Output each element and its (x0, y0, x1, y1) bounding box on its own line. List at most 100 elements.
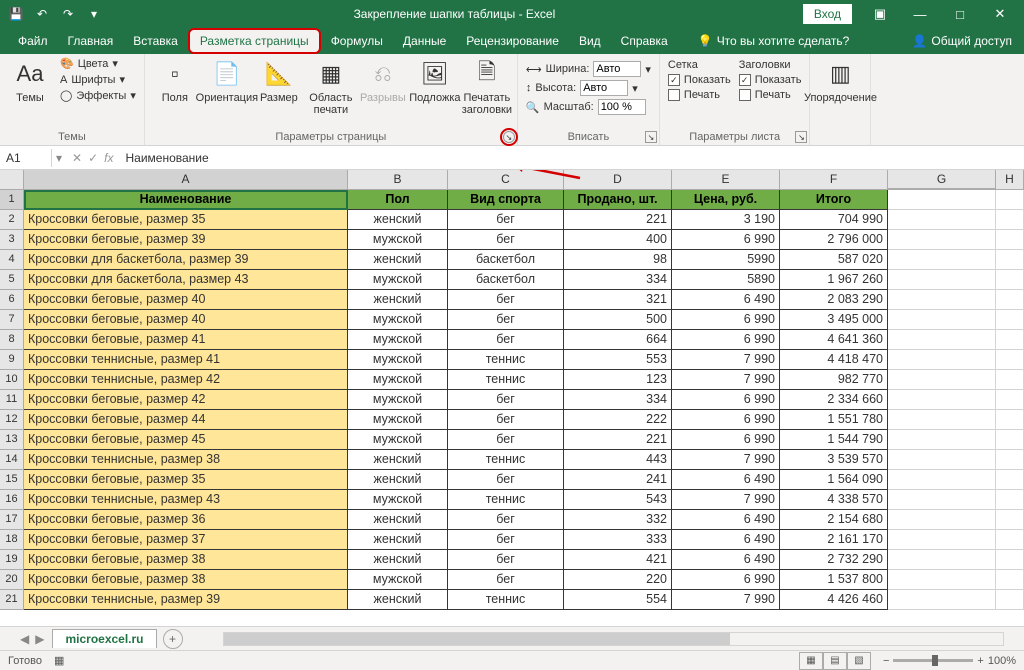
redo-icon[interactable]: ↷ (56, 2, 80, 26)
minimize-icon[interactable]: — (900, 0, 940, 28)
empty-cell[interactable] (996, 310, 1024, 330)
tab-help[interactable]: Справка (611, 30, 678, 52)
empty-cell[interactable] (888, 230, 996, 250)
table-cell[interactable]: Кроссовки теннисные, размер 38 (24, 450, 348, 470)
row-header[interactable]: 16 (0, 490, 24, 510)
table-header-cell[interactable]: Цена, руб. (672, 190, 780, 210)
zoom-out-icon[interactable]: − (883, 655, 889, 667)
table-cell[interactable]: 2 796 000 (780, 230, 888, 250)
table-cell[interactable]: 554 (564, 590, 672, 610)
col-header[interactable]: A (24, 170, 348, 189)
empty-cell[interactable] (888, 490, 996, 510)
table-cell[interactable]: 421 (564, 550, 672, 570)
table-header-cell[interactable]: Наименование (24, 190, 348, 210)
tab-page-layout[interactable]: Разметка страницы (188, 28, 321, 54)
zoom-control[interactable]: − + 100% (883, 655, 1016, 667)
table-cell[interactable]: 6 990 (672, 410, 780, 430)
table-cell[interactable]: мужской (348, 570, 448, 590)
table-cell[interactable]: мужской (348, 310, 448, 330)
table-cell[interactable]: 4 641 360 (780, 330, 888, 350)
table-cell[interactable]: 321 (564, 290, 672, 310)
view-normal-icon[interactable]: ▦ (799, 652, 823, 670)
tell-me[interactable]: 💡Что вы хотите сделать? (698, 34, 850, 48)
tab-review[interactable]: Рецензирование (456, 30, 569, 52)
empty-cell[interactable] (888, 530, 996, 550)
row-header[interactable]: 6 (0, 290, 24, 310)
row-header[interactable]: 15 (0, 470, 24, 490)
empty-cell[interactable] (996, 390, 1024, 410)
table-cell[interactable]: Кроссовки беговые, размер 39 (24, 230, 348, 250)
table-cell[interactable]: мужской (348, 430, 448, 450)
table-cell[interactable]: женский (348, 530, 448, 550)
headings-view[interactable]: ✓Показать (737, 73, 804, 87)
table-cell[interactable]: 7 990 (672, 450, 780, 470)
table-cell[interactable]: бег (448, 230, 564, 250)
table-cell[interactable]: мужской (348, 410, 448, 430)
table-cell[interactable]: мужской (348, 350, 448, 370)
table-cell[interactable]: бег (448, 550, 564, 570)
table-cell[interactable]: бег (448, 210, 564, 230)
sheet-prev-icon[interactable]: ◀ (20, 632, 29, 646)
tab-home[interactable]: Главная (58, 30, 124, 52)
table-cell[interactable]: 2 083 290 (780, 290, 888, 310)
row-header[interactable]: 5 (0, 270, 24, 290)
table-cell[interactable]: мужской (348, 330, 448, 350)
table-cell[interactable]: 5990 (672, 250, 780, 270)
table-cell[interactable]: Кроссовки для баскетбола, размер 43 (24, 270, 348, 290)
add-sheet-button[interactable]: + (163, 629, 183, 649)
empty-cell[interactable] (888, 290, 996, 310)
table-cell[interactable]: бег (448, 410, 564, 430)
table-cell[interactable]: Кроссовки беговые, размер 38 (24, 550, 348, 570)
scale-input[interactable] (598, 99, 646, 115)
table-cell[interactable]: бег (448, 390, 564, 410)
table-cell[interactable]: бег (448, 530, 564, 550)
table-cell[interactable]: 1 551 780 (780, 410, 888, 430)
zoom-slider[interactable] (893, 659, 973, 662)
table-cell[interactable]: женский (348, 210, 448, 230)
table-cell[interactable]: 400 (564, 230, 672, 250)
empty-cell[interactable] (996, 210, 1024, 230)
table-cell[interactable]: 704 990 (780, 210, 888, 230)
tab-insert[interactable]: Вставка (123, 30, 188, 52)
table-cell[interactable]: баскетбол (448, 270, 564, 290)
row-header[interactable]: 20 (0, 570, 24, 590)
table-cell[interactable]: 982 770 (780, 370, 888, 390)
sheet-launcher[interactable]: ↘ (795, 131, 807, 143)
table-cell[interactable]: мужской (348, 490, 448, 510)
empty-cell[interactable] (888, 270, 996, 290)
row-header[interactable]: 13 (0, 430, 24, 450)
sheet-next-icon[interactable]: ▶ (35, 632, 44, 646)
table-header-cell[interactable]: Вид спорта (448, 190, 564, 210)
table-cell[interactable]: 333 (564, 530, 672, 550)
empty-cell[interactable] (996, 590, 1024, 610)
table-cell[interactable]: 6 990 (672, 390, 780, 410)
row-header[interactable]: 14 (0, 450, 24, 470)
table-cell[interactable]: 1 967 260 (780, 270, 888, 290)
empty-cell[interactable] (888, 210, 996, 230)
table-cell[interactable]: женский (348, 550, 448, 570)
table-cell[interactable]: 334 (564, 390, 672, 410)
table-cell[interactable]: 123 (564, 370, 672, 390)
empty-cell[interactable] (888, 190, 996, 210)
table-cell[interactable]: Кроссовки теннисные, размер 41 (24, 350, 348, 370)
share-button[interactable]: 👤Общий доступ (912, 34, 1012, 48)
table-cell[interactable]: 241 (564, 470, 672, 490)
row-header[interactable]: 4 (0, 250, 24, 270)
empty-cell[interactable] (996, 270, 1024, 290)
table-cell[interactable]: Кроссовки для баскетбола, размер 39 (24, 250, 348, 270)
breaks-button[interactable]: ⎌Разрывы (359, 56, 407, 106)
table-cell[interactable]: 1 564 090 (780, 470, 888, 490)
empty-cell[interactable] (996, 290, 1024, 310)
table-cell[interactable]: 7 990 (672, 490, 780, 510)
table-cell[interactable]: Кроссовки беговые, размер 45 (24, 430, 348, 450)
close-icon[interactable]: ✕ (980, 0, 1020, 28)
table-cell[interactable]: мужской (348, 370, 448, 390)
row-header[interactable]: 12 (0, 410, 24, 430)
maximize-icon[interactable]: □ (940, 0, 980, 28)
col-header[interactable]: H (996, 170, 1024, 189)
height-input[interactable] (580, 80, 628, 96)
table-cell[interactable]: Кроссовки беговые, размер 35 (24, 210, 348, 230)
row-header[interactable]: 10 (0, 370, 24, 390)
table-cell[interactable]: 2 334 660 (780, 390, 888, 410)
table-cell[interactable]: 6 990 (672, 230, 780, 250)
